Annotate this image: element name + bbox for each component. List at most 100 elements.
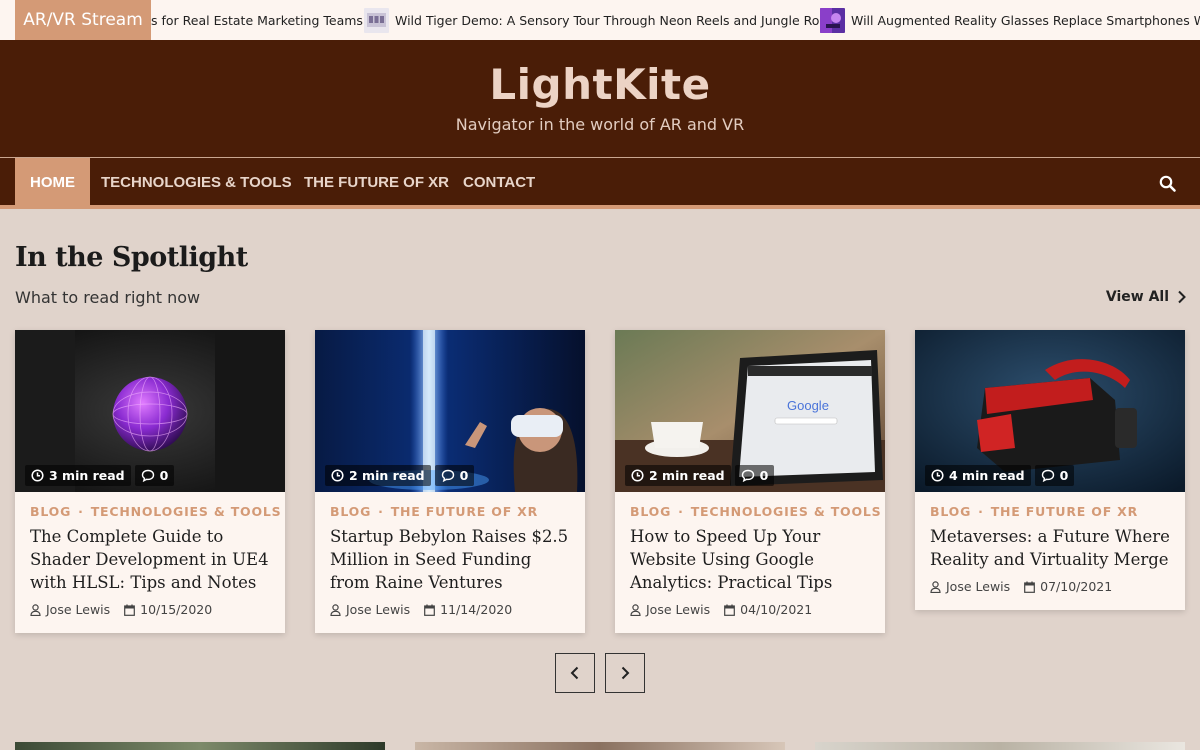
section-subtitle: What to read right now xyxy=(15,288,201,307)
view-all-label: View All xyxy=(1105,289,1169,305)
read-time-text: 4 min read xyxy=(949,468,1025,483)
ticker-track: s for Real Estate Marketing Teams Wild T… xyxy=(151,0,1200,40)
card-categories: Blog · The Future of XR xyxy=(930,504,1139,519)
date-text: 11/14/2020 xyxy=(440,602,513,617)
clock-icon xyxy=(331,469,344,482)
card-title[interactable]: How to Speed Up Your Website Using Googl… xyxy=(630,525,870,594)
chevron-right-icon xyxy=(1178,290,1186,304)
comments-badge[interactable]: 0 xyxy=(434,465,475,486)
comment-icon xyxy=(141,469,154,482)
category-link[interactable]: Technologies & Tools xyxy=(691,504,882,519)
next-section-thumbnail[interactable] xyxy=(815,742,1185,750)
comment-icon xyxy=(741,469,754,482)
comment-icon xyxy=(441,469,454,482)
author-link[interactable]: Jose Lewis xyxy=(946,579,1010,594)
ticker-item-title: Will Augmented Reality Glasses Replace S… xyxy=(851,12,1200,28)
ticker-item-title: s for Real Estate Marketing Teams xyxy=(151,12,363,28)
calendar-icon xyxy=(1024,581,1036,593)
nav-item-technologies-tools[interactable]: Technologies & Tools xyxy=(86,158,307,209)
category-link[interactable]: Blog xyxy=(930,504,971,519)
user-icon xyxy=(630,603,641,616)
ticker-label: AR/VR Stream xyxy=(15,0,151,40)
section-title: In the Spotlight xyxy=(15,242,248,273)
read-time-badge: 4 min read xyxy=(925,465,1031,486)
category-link[interactable]: The Future of XR xyxy=(391,504,538,519)
comments-badge[interactable]: 0 xyxy=(134,465,175,486)
card-meta: 2 min read 0 xyxy=(325,465,475,486)
comment-count: 0 xyxy=(459,468,469,483)
comments-badge[interactable]: 0 xyxy=(734,465,775,486)
comment-icon xyxy=(1041,469,1054,482)
clock-icon xyxy=(631,469,644,482)
article-card[interactable]: 2 min read 0 Blog · The Future of XR Start… xyxy=(315,330,585,633)
card-categories: Blog · The Future of XR xyxy=(330,504,539,519)
article-card[interactable]: 4 min read 0 Blog · The Future of XR Metav… xyxy=(915,330,1185,610)
main-nav: Home Technologies & Tools The Future of … xyxy=(0,157,1200,209)
ticker-item[interactable]: s for Real Estate Marketing Teams xyxy=(151,0,363,40)
card-footer: Jose Lewis 11/14/2020 xyxy=(330,602,570,617)
site-tagline: Navigator in the world of AR and VR xyxy=(455,115,745,134)
card-meta: 4 min read 0 xyxy=(925,465,1075,486)
svg-text:Google: Google xyxy=(787,398,829,413)
ticker-item-title: Wild Tiger Demo: A Sensory Tour Through … xyxy=(395,12,839,28)
calendar-icon xyxy=(424,604,436,616)
author-link[interactable]: Jose Lewis xyxy=(646,602,710,617)
card-categories: Blog · Technologies & Tools xyxy=(630,504,882,519)
user-icon xyxy=(930,580,941,593)
next-section-thumbnail[interactable] xyxy=(415,742,785,750)
calendar-icon xyxy=(724,604,736,616)
post-date: 11/14/2020 xyxy=(424,602,512,617)
nav-item-future-of-xr[interactable]: The Future of XR xyxy=(289,158,464,209)
card-footer: Jose Lewis 07/10/2021 xyxy=(930,579,1170,594)
read-time-badge: 2 min read xyxy=(625,465,731,486)
chevron-right-icon xyxy=(621,666,630,680)
article-thumbnail[interactable]: Google 2 min read 0 xyxy=(615,330,885,492)
view-all-link[interactable]: View All xyxy=(1106,289,1186,305)
article-thumbnail[interactable]: 2 min read 0 xyxy=(315,330,585,492)
ticker-item[interactable]: Will Augmented Reality Glasses Replace S… xyxy=(820,0,1200,40)
next-section-thumbnail[interactable] xyxy=(15,742,385,750)
card-title[interactable]: Metaverses: a Future Where Reality and V… xyxy=(930,525,1170,571)
carousel-next-button[interactable] xyxy=(605,653,645,693)
category-link[interactable]: Blog xyxy=(330,504,371,519)
comments-badge[interactable]: 0 xyxy=(1034,465,1075,486)
card-footer: Jose Lewis 04/10/2021 xyxy=(630,602,870,617)
read-time-text: 2 min read xyxy=(349,468,425,483)
user-icon xyxy=(330,603,341,616)
read-time-text: 2 min read xyxy=(649,468,725,483)
article-thumbnail[interactable]: 3 min read 0 xyxy=(15,330,285,492)
card-meta: 3 min read 0 xyxy=(25,465,175,486)
category-link[interactable]: Blog xyxy=(30,504,71,519)
search-icon[interactable] xyxy=(1158,174,1178,194)
comment-count: 0 xyxy=(1059,468,1069,483)
read-time-text: 3 min read xyxy=(49,468,125,483)
site-title[interactable]: LightKite xyxy=(0,60,1200,109)
post-date: 10/15/2020 xyxy=(124,602,212,617)
category-link[interactable]: Blog xyxy=(630,504,671,519)
category-link[interactable]: Technologies & Tools xyxy=(91,504,282,519)
comment-count: 0 xyxy=(759,468,769,483)
ticker-item[interactable]: Wild Tiger Demo: A Sensory Tour Through … xyxy=(364,0,839,40)
card-title[interactable]: Startup Bebylon Raises $2.5 Million in S… xyxy=(330,525,570,594)
author-link[interactable]: Jose Lewis xyxy=(346,602,410,617)
calendar-icon xyxy=(124,604,136,616)
card-categories: Blog · Technologies & Tools xyxy=(30,504,282,519)
article-card[interactable]: 3 min read 0 Blog · Technologies & Tools T… xyxy=(15,330,285,633)
read-time-badge: 3 min read xyxy=(25,465,131,486)
post-date: 07/10/2021 xyxy=(1024,579,1112,594)
card-meta: 2 min read 0 xyxy=(625,465,775,486)
author-link[interactable]: Jose Lewis xyxy=(46,602,110,617)
article-thumbnail[interactable]: 4 min read 0 xyxy=(915,330,1185,492)
chevron-left-icon xyxy=(570,666,579,680)
date-text: 04/10/2021 xyxy=(740,602,813,617)
post-date: 04/10/2021 xyxy=(724,602,812,617)
nav-item-home[interactable]: Home xyxy=(15,158,90,209)
date-text: 10/15/2020 xyxy=(140,602,213,617)
category-link[interactable]: The Future of XR xyxy=(991,504,1138,519)
card-title[interactable]: The Complete Guide to Shader Development… xyxy=(30,525,270,594)
clock-icon xyxy=(31,469,44,482)
carousel-prev-button[interactable] xyxy=(555,653,595,693)
slot-machine-thumbnail xyxy=(364,7,389,33)
article-card[interactable]: Google 2 min read 0 Blog · Technologies & … xyxy=(615,330,885,633)
nav-item-contact[interactable]: Contact xyxy=(448,158,550,209)
